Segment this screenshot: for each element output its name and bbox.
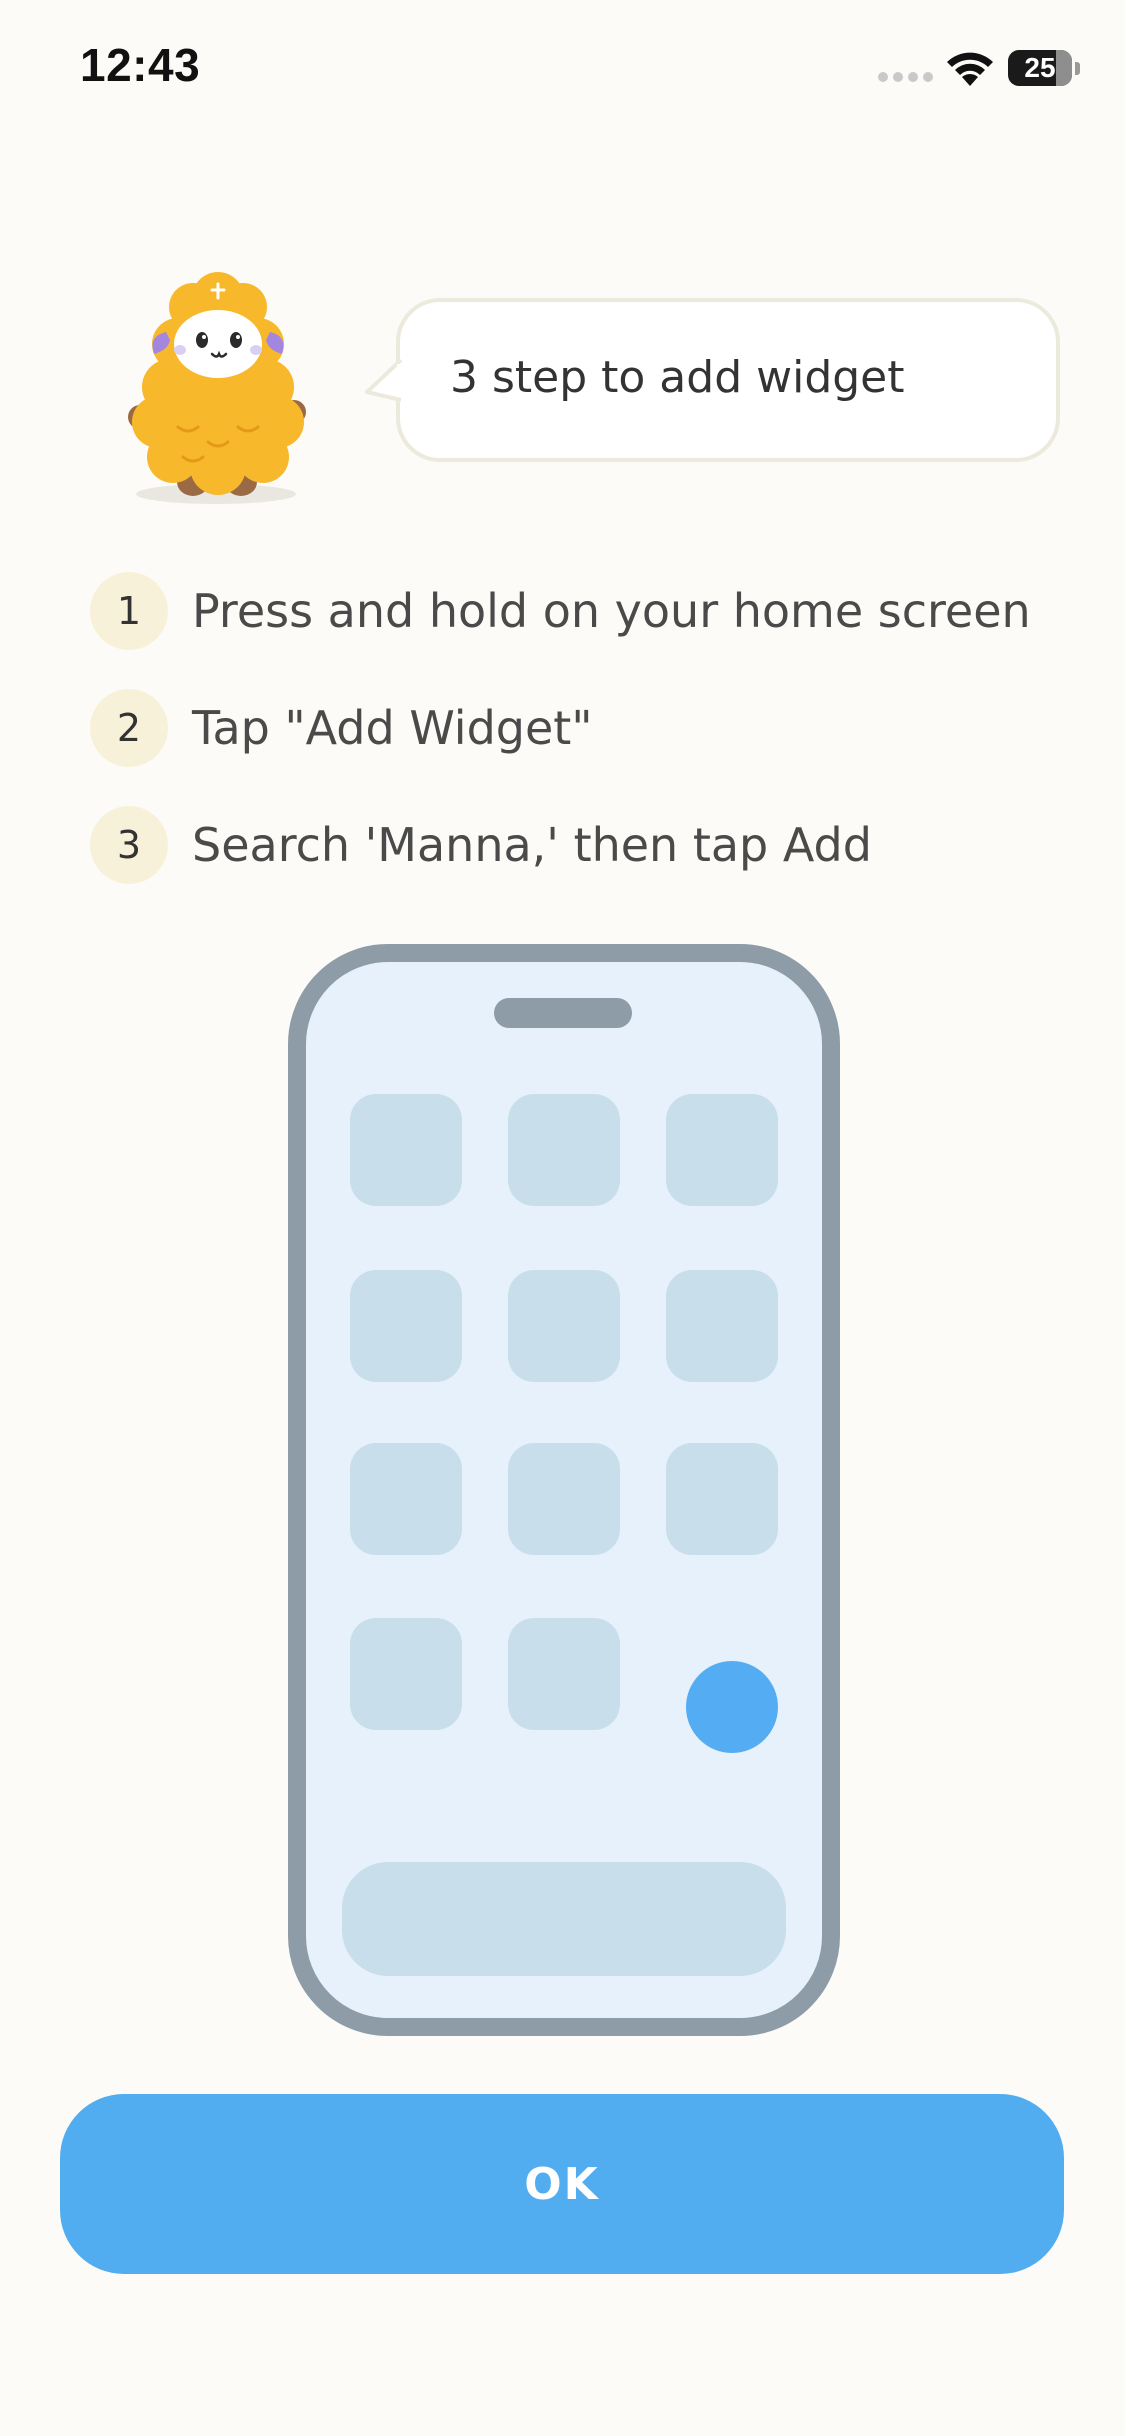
- app-tile: [508, 1094, 620, 1206]
- status-time: 12:43: [80, 39, 201, 91]
- battery-icon: 25: [1008, 50, 1072, 86]
- tap-indicator-dot: [686, 1661, 778, 1753]
- battery-cap: [1075, 62, 1080, 75]
- app-tile: [666, 1443, 778, 1555]
- wifi-icon: [947, 52, 993, 86]
- step-text: Search 'Manna,' then tap Add: [192, 818, 872, 872]
- step-number-badge: 2: [90, 689, 168, 767]
- phone-dock: [342, 1862, 786, 1976]
- step-text: Tap "Add Widget": [192, 701, 593, 755]
- sheep-mascot-icon: [128, 272, 306, 504]
- app-tile: [350, 1618, 462, 1730]
- phone-notch: [494, 998, 632, 1028]
- app-tile: [350, 1094, 462, 1206]
- step-text: Press and hold on your home screen: [192, 584, 1031, 638]
- step-number-badge: 3: [90, 806, 168, 884]
- app-tile: [350, 1270, 462, 1382]
- app-tile: [508, 1618, 620, 1730]
- cellular-signal-icon: [878, 72, 934, 84]
- step-number-badge: 1: [90, 572, 168, 650]
- speech-bubble-tail: [365, 358, 403, 402]
- app-tile: [508, 1270, 620, 1382]
- ok-button[interactable]: OK: [60, 2094, 1064, 2274]
- app-tile: [508, 1443, 620, 1555]
- app-tile: [666, 1094, 778, 1206]
- battery-percentage: 25: [1024, 52, 1056, 83]
- speech-bubble-text: 3 step to add widget: [450, 352, 905, 403]
- app-tile: [350, 1443, 462, 1555]
- app-tile: [666, 1270, 778, 1382]
- status-bar: 12:43 25: [0, 0, 1125, 140]
